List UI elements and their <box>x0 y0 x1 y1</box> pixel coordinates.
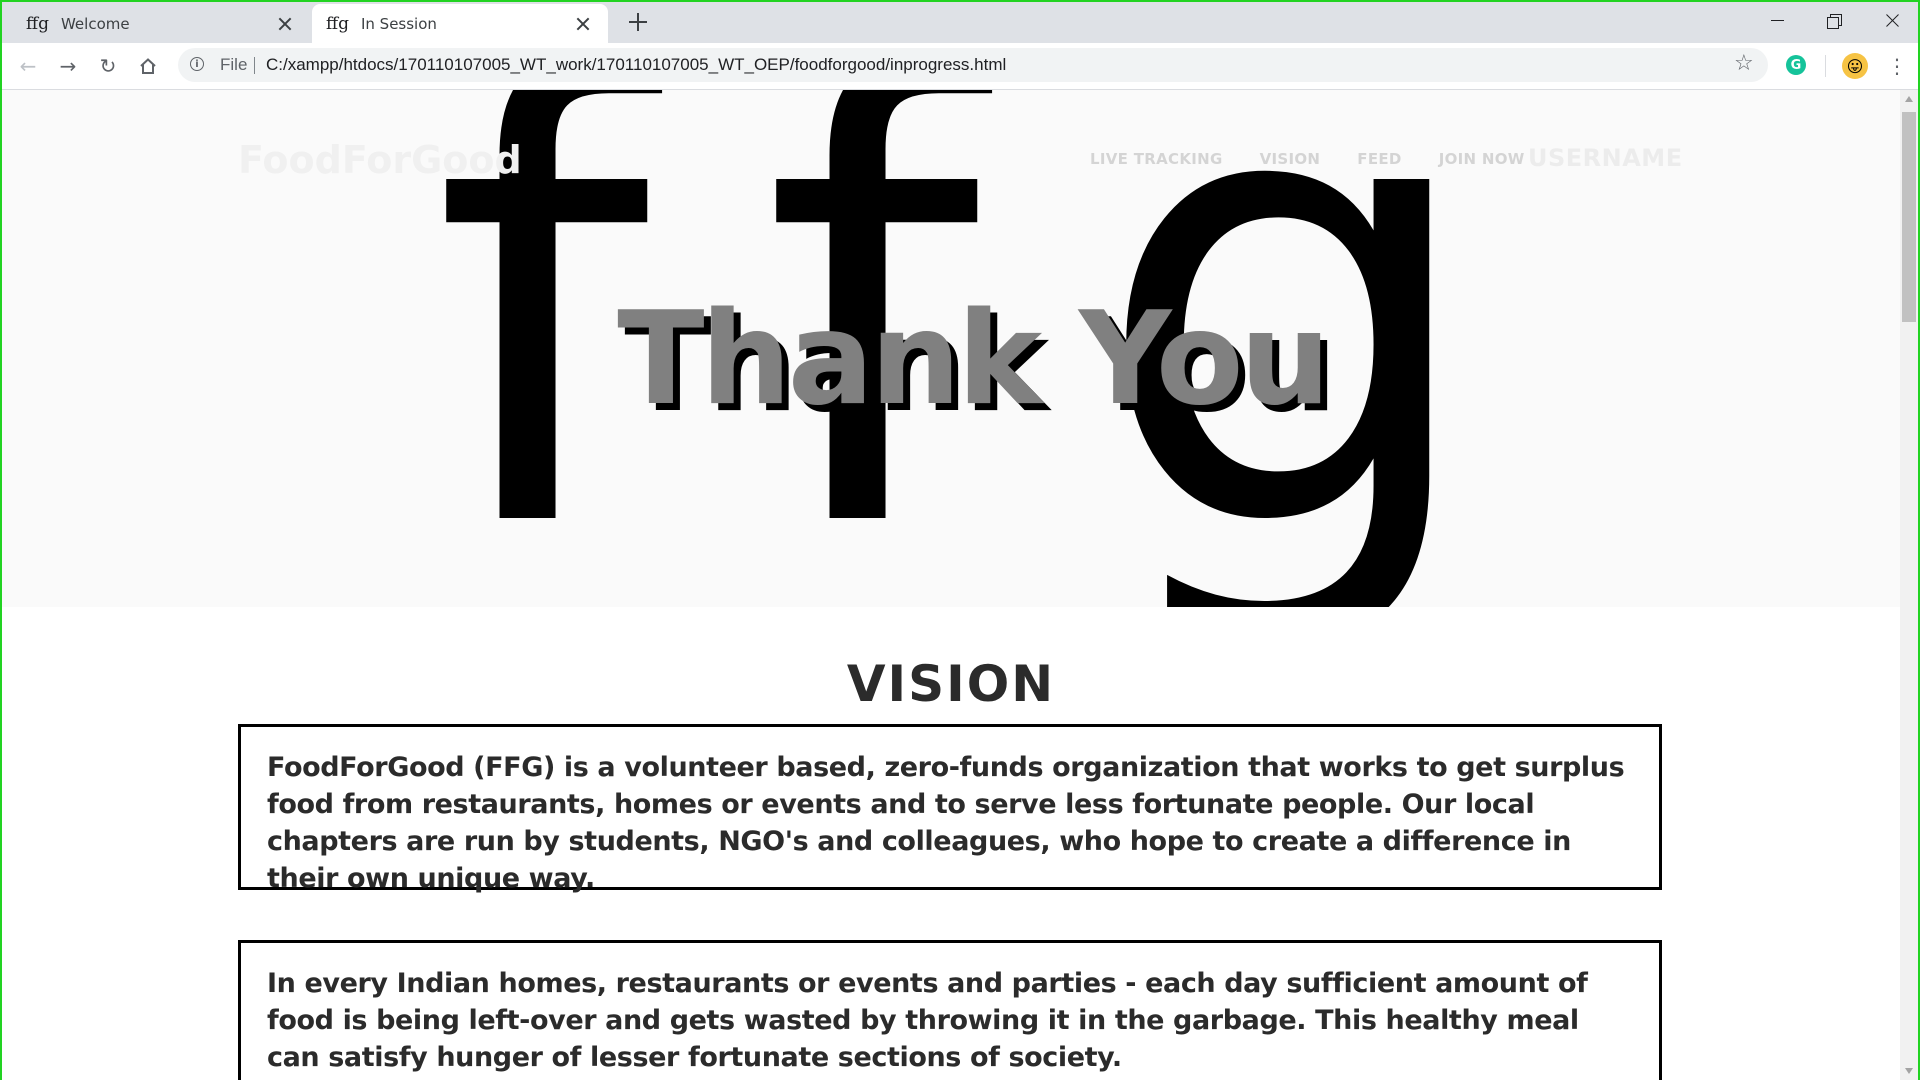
tab-title: In Session <box>360 14 437 33</box>
new-tab-plus-icon[interactable] <box>626 10 650 34</box>
vision-paragraph: In every Indian homes, restaurants or ev… <box>267 968 1588 1073</box>
scroll-thumb[interactable] <box>1902 112 1916 322</box>
browser-toolbar: ← → ↻ i File C:/xampp/htdocs/17011010700… <box>2 43 1918 90</box>
tab-favicon: ffg <box>326 13 349 34</box>
address-bar[interactable]: i File C:/xampp/htdocs/170110107005_WT_w… <box>178 48 1768 82</box>
tab-title: Welcome <box>60 14 130 33</box>
tab-strip: ffg Welcome ffg In Session <box>2 2 1918 43</box>
username-link[interactable]: USERNAME <box>1528 144 1683 172</box>
vision-title: VISION <box>846 655 1056 713</box>
nav-link-feed[interactable]: FEED <box>1357 150 1401 168</box>
site-brand[interactable]: FoodForGood <box>238 138 522 182</box>
nav-link-vision[interactable]: VISION <box>1260 150 1321 168</box>
scroll-up-arrow-icon[interactable] <box>1905 96 1913 102</box>
nav-link-live-tracking[interactable]: LIVE TRACKING <box>1090 150 1223 168</box>
page-scrollbar[interactable] <box>1900 90 1918 1080</box>
toolbar-divider <box>1825 55 1826 77</box>
nav-links: LIVE TRACKING VISION FEED JOIN NOW <box>1090 150 1525 168</box>
thank-you-heading: Thank You <box>617 285 1331 434</box>
home-icon[interactable] <box>134 52 162 80</box>
arrow-left-icon[interactable]: ← <box>14 52 42 80</box>
grammarly-extension-icon[interactable]: G <box>1786 55 1806 75</box>
close-icon[interactable] <box>574 15 592 33</box>
more-vert-icon[interactable]: ⋮ <box>1887 54 1907 78</box>
restore-icon[interactable] <box>1820 8 1850 32</box>
tab-in-session[interactable]: ffg In Session <box>312 4 608 43</box>
tab-welcome[interactable]: ffg Welcome <box>4 4 310 43</box>
reload-icon[interactable]: ↻ <box>94 52 122 80</box>
nav-link-join-now[interactable]: JOIN NOW <box>1439 150 1525 168</box>
scheme-label: File <box>220 55 248 74</box>
minimize-icon[interactable] <box>1763 8 1793 32</box>
address-divider <box>254 57 255 74</box>
hero-section: f f g FoodForGood LIVE TRACKING VISION F… <box>2 90 1900 607</box>
scroll-down-arrow-icon[interactable] <box>1905 1068 1913 1074</box>
page-viewport: f f g FoodForGood LIVE TRACKING VISION F… <box>2 90 1900 1080</box>
vision-card: FoodForGood (FFG) is a volunteer based, … <box>238 724 1662 894</box>
window-close-icon[interactable] <box>1878 8 1908 32</box>
url-text[interactable]: C:/xampp/htdocs/170110107005_WT_work/170… <box>266 55 1006 75</box>
arrow-right-icon[interactable]: → <box>54 52 82 80</box>
info-icon[interactable]: i <box>190 57 204 71</box>
profile-avatar[interactable]: 😛 <box>1842 53 1868 79</box>
vision-card: In every Indian homes, restaurants or ev… <box>238 940 1662 1080</box>
vision-paragraph: FoodForGood (FFG) is a volunteer based, … <box>267 752 1625 894</box>
site-navbar: FoodForGood LIVE TRACKING VISION FEED JO… <box>2 90 1900 210</box>
close-icon[interactable] <box>276 15 294 33</box>
star-icon[interactable]: ☆ <box>1734 51 1754 76</box>
tab-favicon: ffg <box>26 13 49 34</box>
